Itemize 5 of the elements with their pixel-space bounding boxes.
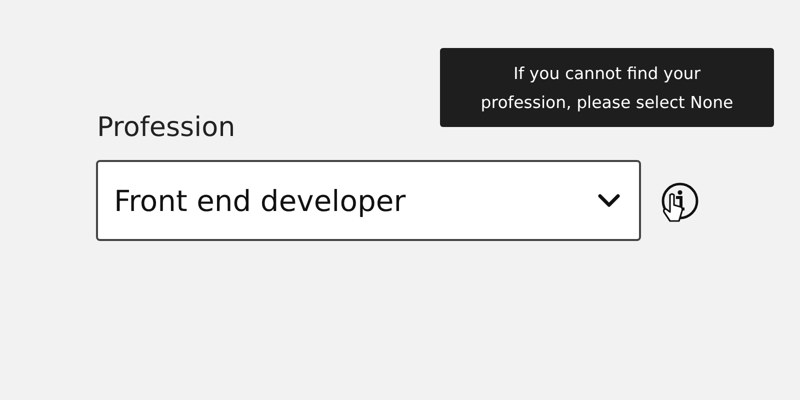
field-label: Profession [96,111,236,145]
chevron-down-icon [597,192,621,208]
profession-dropdown[interactable]: Front end developer [96,160,641,241]
pointer-cursor-icon [662,192,684,222]
tooltip: If you cannot find your profession, please select None [440,48,774,127]
